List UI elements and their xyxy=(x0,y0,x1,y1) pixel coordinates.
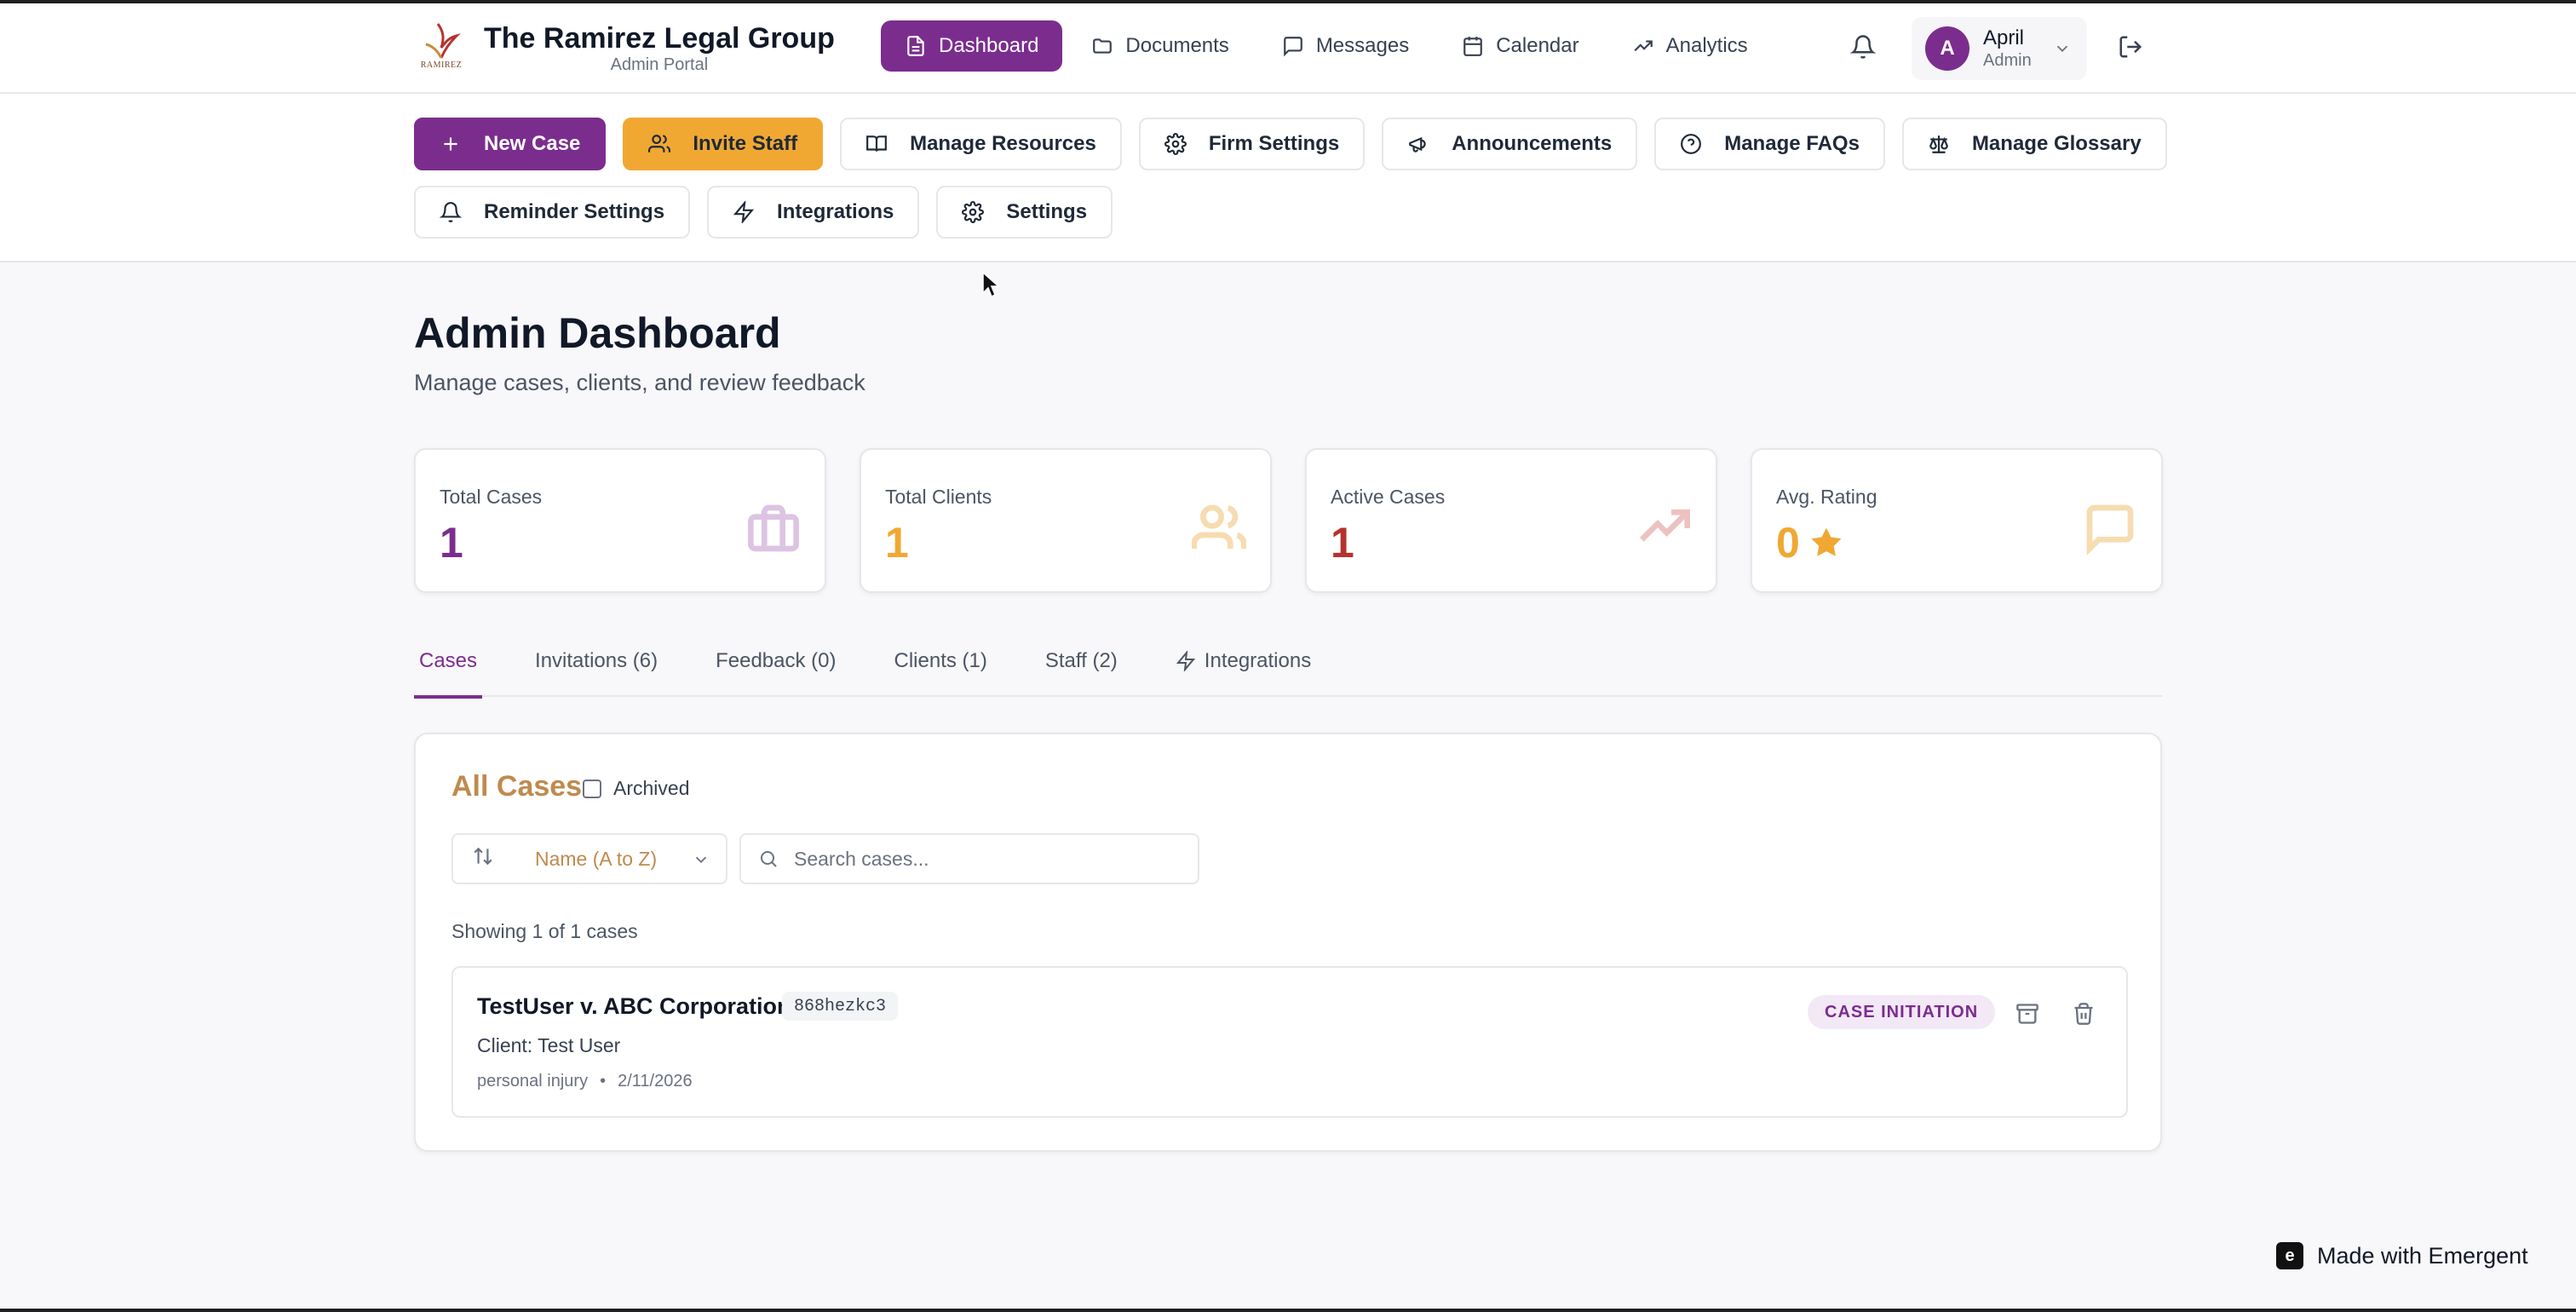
main-nav: Dashboard Documents Messages Calendar An… xyxy=(881,20,1777,72)
nav-messages[interactable]: Messages xyxy=(1258,20,1433,72)
case-date: 2/11/2026 xyxy=(618,1072,693,1090)
nav-calendar[interactable]: Calendar xyxy=(1438,20,1602,72)
delete-button[interactable] xyxy=(2072,1002,2096,1030)
announcements-button[interactable]: Announcements xyxy=(1382,118,1638,170)
message-square-icon xyxy=(2083,501,2137,560)
gear-icon xyxy=(962,201,985,223)
stat-card-avg-rating: Avg. Rating 0 xyxy=(1751,448,2163,593)
case-client: Client: Test User xyxy=(477,1034,621,1056)
made-with-badge[interactable]: e Made with Emergent xyxy=(2276,1242,2528,1269)
page-title: Admin Dashboard xyxy=(414,309,781,357)
page-subtitle: Manage cases, clients, and review feedba… xyxy=(414,370,865,395)
user-name: April xyxy=(1983,26,2025,49)
stat-value: 1 xyxy=(1331,519,1354,567)
sort-select[interactable]: Name (A to Z) xyxy=(451,833,727,884)
briefcase-icon xyxy=(746,501,801,560)
emergent-logo-icon: e xyxy=(2276,1242,2303,1269)
tab-staff[interactable]: Staff (2) xyxy=(1040,625,1123,697)
panel-title: All Cases xyxy=(451,770,583,803)
book-icon xyxy=(866,135,887,152)
case-meta: personal injury • 2/11/2026 xyxy=(477,1072,693,1090)
brand-title: The Ramirez Legal Group xyxy=(484,22,835,55)
search-input[interactable] xyxy=(794,847,1186,871)
case-id: 868hezkc3 xyxy=(782,992,899,1021)
firm-settings-button[interactable]: Firm Settings xyxy=(1138,118,1366,170)
search-icon xyxy=(761,851,777,867)
archived-toggle[interactable]: Archived xyxy=(583,777,689,800)
calendar-icon xyxy=(1463,37,1483,56)
manage-resources-button[interactable]: Manage Resources xyxy=(840,118,1122,170)
users-icon xyxy=(648,135,671,152)
bell-icon xyxy=(1849,35,1877,59)
cases-panel: All Cases Archived Name (A to Z) Showing… xyxy=(414,733,2162,1152)
stat-value: 1 xyxy=(885,519,909,567)
nav-documents[interactable]: Documents xyxy=(1067,20,1252,72)
case-title: TestUser v. ABC Corporation xyxy=(477,993,791,1019)
search-box xyxy=(739,833,1199,884)
integrations-button[interactable]: Integrations xyxy=(707,186,920,239)
bell-icon xyxy=(440,202,462,222)
invite-staff-button[interactable]: Invite Staff xyxy=(623,118,824,170)
manage-glossary-button[interactable]: Manage Glossary xyxy=(1901,118,2167,170)
stat-card-total-cases: Total Cases 1 xyxy=(414,448,826,593)
firm-logo: RAMIREZ xyxy=(412,19,470,77)
case-type: personal injury xyxy=(477,1072,589,1090)
gear-icon xyxy=(1164,133,1187,155)
mouse-cursor-icon xyxy=(981,271,1000,302)
brand[interactable]: RAMIREZ The Ramirez Legal Group Admin Po… xyxy=(412,19,835,77)
dashboard-tabs: Cases Invitations (6) Feedback (0) Clien… xyxy=(414,625,2162,699)
archived-checkbox[interactable] xyxy=(583,779,601,798)
settings-button[interactable]: Settings xyxy=(936,186,1113,239)
trash-icon xyxy=(2074,1003,2093,1025)
archive-button[interactable] xyxy=(2015,1002,2039,1030)
trending-up-icon xyxy=(1634,40,1653,52)
help-circle-icon xyxy=(1681,134,1702,154)
logout-icon xyxy=(2119,36,2142,58)
megaphone-icon xyxy=(1409,136,1426,152)
zap-icon xyxy=(1176,651,1195,671)
nav-dashboard[interactable]: Dashboard xyxy=(881,20,1063,72)
tab-invitations[interactable]: Invitations (6) xyxy=(530,625,663,697)
star-icon xyxy=(1811,527,1842,556)
logout-button[interactable] xyxy=(2118,34,2143,64)
brand-subtitle: Admin Portal xyxy=(610,55,709,74)
plus-icon xyxy=(444,137,457,151)
sort-icon xyxy=(472,845,494,872)
manage-faqs-button[interactable]: Manage FAQs xyxy=(1654,118,1885,170)
new-case-button[interactable]: New Case xyxy=(414,118,607,170)
reminder-settings-button[interactable]: Reminder Settings xyxy=(414,186,691,239)
stat-card-total-clients: Total Clients 1 xyxy=(860,448,1272,593)
status-badge: CASE INITIATION xyxy=(1808,995,1996,1029)
results-count: Showing 1 of 1 cases xyxy=(451,920,638,942)
nav-analytics[interactable]: Analytics xyxy=(1608,20,1772,72)
zap-icon xyxy=(733,201,755,223)
tab-cases[interactable]: Cases xyxy=(414,625,483,699)
chevron-down-icon xyxy=(2053,39,2072,62)
avatar: A xyxy=(1925,26,1969,71)
archive-icon xyxy=(2016,1004,2038,1024)
scale-icon xyxy=(1929,135,1948,153)
action-toolbar: New Case Invite Staff Manage Resources F… xyxy=(0,94,2576,262)
top-header: RAMIREZ The Ramirez Legal Group Admin Po… xyxy=(0,3,2576,94)
message-icon xyxy=(1283,37,1302,57)
chevron-down-icon xyxy=(692,850,710,874)
window-bottom-border xyxy=(0,1309,2576,1312)
tab-feedback[interactable]: Feedback (0) xyxy=(710,625,841,697)
notifications-button[interactable] xyxy=(1849,34,1877,61)
stat-card-active-cases: Active Cases 1 xyxy=(1305,448,1717,593)
stat-value: 1 xyxy=(440,519,463,567)
trending-up-icon xyxy=(1637,501,1692,560)
users-icon xyxy=(1191,501,1247,560)
tab-integrations[interactable]: Integrations xyxy=(1170,625,1316,697)
user-menu[interactable]: A April Admin xyxy=(1912,17,2087,80)
user-role: Admin xyxy=(1983,51,2032,70)
document-icon xyxy=(907,36,924,56)
case-card[interactable]: TestUser v. ABC Corporation 868hezkc3 Cl… xyxy=(451,966,2128,1118)
tab-clients[interactable]: Clients (1) xyxy=(889,625,992,697)
folder-icon xyxy=(1093,38,1113,54)
stat-value: 0 xyxy=(1776,518,1844,567)
